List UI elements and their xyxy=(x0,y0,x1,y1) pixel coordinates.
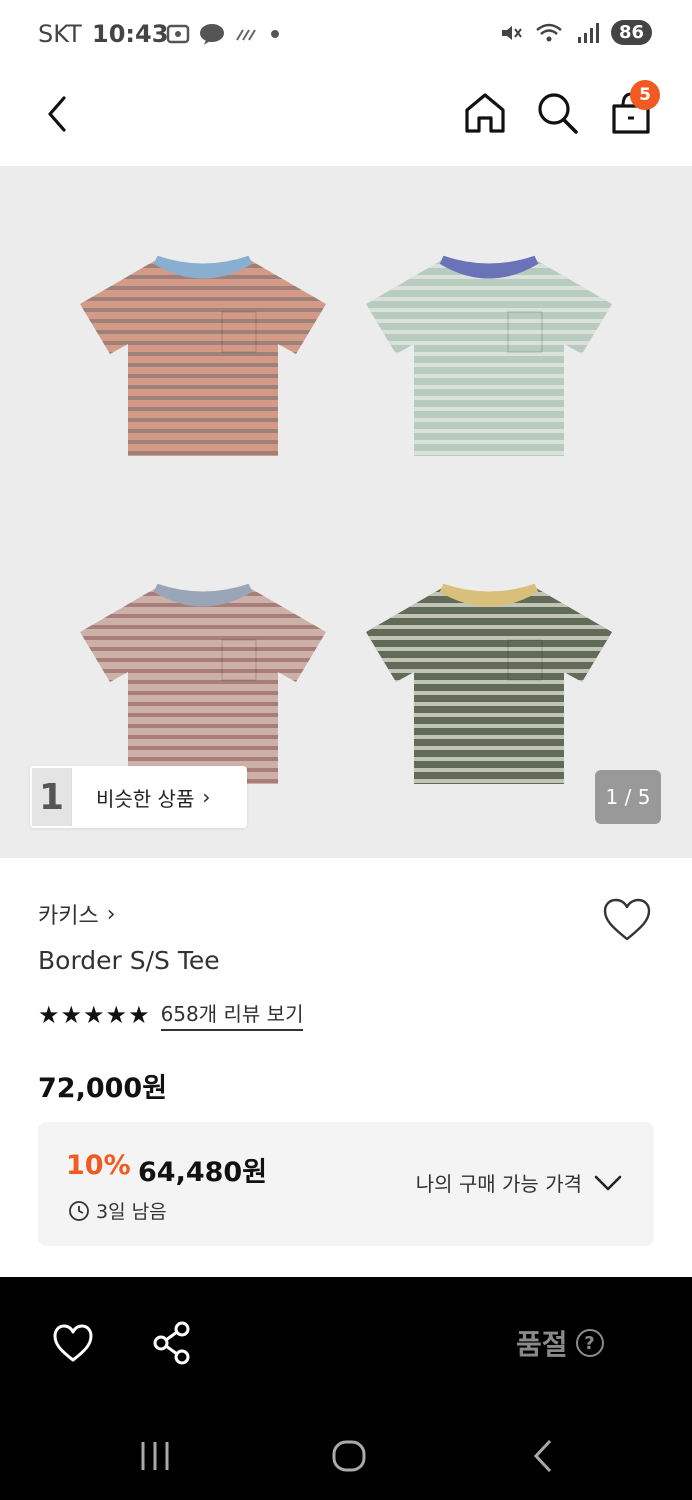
mute-icon xyxy=(501,25,522,40)
brand-name: 카키스 xyxy=(38,904,99,929)
battery-indicator: 86 xyxy=(610,20,652,45)
chevron-right-icon: › xyxy=(106,901,116,927)
share-icon[interactable] xyxy=(152,1321,192,1365)
timer-text: 3일 남음 xyxy=(96,1201,167,1223)
product-image-tee-4 xyxy=(366,583,612,784)
rating-row: ★★★★★ 658개 리뷰 보기 xyxy=(38,998,304,1031)
bottom-action-bar: 품절 ? xyxy=(0,1277,692,1500)
screenshot-icon xyxy=(166,24,190,44)
chevron-right-icon: › xyxy=(202,785,211,809)
system-back-icon[interactable] xyxy=(530,1437,556,1475)
talk-icon xyxy=(200,24,224,45)
product-name: Border S/S Tee xyxy=(38,946,220,975)
brand-link[interactable]: 카키스 › xyxy=(38,898,116,930)
wifi-icon xyxy=(536,23,562,41)
product-image-tee-3 xyxy=(80,583,326,784)
dot-icon xyxy=(271,30,279,38)
product-image-gallery[interactable]: 1 비슷한 상품 › 1 / 5 xyxy=(0,166,692,858)
cart-count-badge: 5 xyxy=(630,80,660,110)
heart-icon[interactable] xyxy=(602,897,652,943)
my-price-label: 나의 구매 가능 가격 xyxy=(415,1172,582,1196)
product-image-tee-2 xyxy=(366,255,612,456)
product-image-tee-1 xyxy=(80,255,326,456)
cart-button[interactable]: 5 xyxy=(608,80,660,136)
discount-percent: 10% xyxy=(66,1150,131,1181)
clock-icon xyxy=(69,1200,89,1221)
sold-out-label: 품절 xyxy=(516,1328,568,1361)
image-page-indicator: 1 / 5 xyxy=(595,770,661,824)
help-icon[interactable]: ? xyxy=(575,1329,604,1357)
app-header: 5 xyxy=(0,72,692,166)
notification-icons xyxy=(165,22,283,46)
back-icon[interactable] xyxy=(38,92,78,136)
clock: 10:43 xyxy=(92,20,169,48)
discount-price: 64,480원 xyxy=(138,1157,268,1188)
signal-icon xyxy=(577,22,599,43)
sold-out-button[interactable]: 품절 ? xyxy=(516,1323,604,1363)
review-link[interactable]: 658개 리뷰 보기 xyxy=(160,998,304,1031)
wishlist-heart-icon[interactable] xyxy=(52,1323,94,1363)
recent-apps-icon[interactable] xyxy=(138,1439,172,1473)
similar-products-label: 비슷한 상품 xyxy=(96,786,195,811)
discount-timer: 3일 남음 xyxy=(68,1197,167,1224)
system-home-icon[interactable] xyxy=(330,1437,368,1475)
home-icon[interactable] xyxy=(462,90,508,136)
status-bar: SKT 10:43 86 xyxy=(0,0,692,72)
data-icon xyxy=(236,29,256,41)
original-price: 72,000원 xyxy=(38,1073,168,1104)
search-icon[interactable] xyxy=(536,90,580,136)
my-price-dropdown[interactable]: 나의 구매 가능 가격 xyxy=(416,1168,622,1197)
carrier-label: SKT xyxy=(38,20,82,48)
similar-products-button[interactable]: 1 비슷한 상품 › xyxy=(30,766,247,828)
star-rating-icon: ★★★★★ xyxy=(38,1000,151,1029)
discount-panel: 10% 64,480원 3일 남음 나의 구매 가능 가격 xyxy=(38,1122,654,1246)
chevron-down-icon xyxy=(594,1175,622,1190)
similar-product-thumbnail: 1 xyxy=(32,768,72,826)
system-icons: 86 xyxy=(499,20,652,45)
